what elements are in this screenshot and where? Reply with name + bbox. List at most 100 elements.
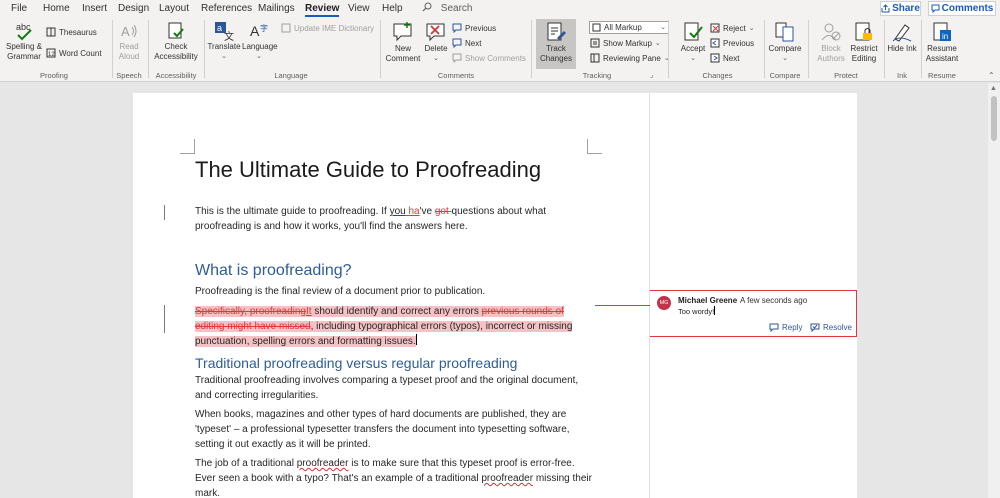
track-changes-button[interactable]: Track Changes (536, 19, 576, 69)
hide-ink-label: Hide Ink (887, 44, 917, 53)
intro-text: 've (419, 206, 435, 217)
new-comment-button[interactable]: New Comment (384, 21, 422, 64)
resume-assistant-label: Resume Assistant (925, 44, 959, 63)
paragraph[interactable]: Proofreading is the final review of a do… (195, 284, 595, 299)
document-title[interactable]: The Ultimate Guide to Proofreading (195, 157, 541, 183)
next-comment-icon (452, 38, 462, 48)
show-markup-label: Show Markup (603, 38, 652, 48)
scrollbar-thumb[interactable] (991, 96, 997, 141)
reviewing-pane-icon (590, 53, 600, 63)
deleted-text: got (434, 206, 452, 217)
show-markup-icon (590, 38, 600, 48)
accept-label: Accept (680, 44, 706, 53)
resume-group-label: Resume (928, 71, 956, 80)
comments-group-label: Comments (437, 71, 475, 80)
thesaurus-button[interactable]: Thesaurus (46, 27, 97, 37)
group-separator (921, 20, 922, 78)
misspelled-word[interactable]: proofreader (297, 458, 349, 469)
previous-comment-label: Previous (465, 23, 497, 33)
paragraph[interactable]: Traditional proofreading involves compar… (195, 373, 595, 403)
new-comment-label: New Comment (385, 44, 421, 63)
read-aloud-label: Read Aloud (118, 42, 140, 61)
show-markup-button[interactable]: Show Markup ⌄ (590, 38, 661, 48)
next-change-icon (710, 53, 720, 63)
accept-button[interactable]: Accept ⌄ (677, 21, 709, 64)
menu-layout[interactable]: Layout (159, 3, 189, 14)
heading-what-is-proofreading[interactable]: What is proofreading? (195, 262, 352, 280)
delete-comment-button[interactable]: Delete ⌄ (422, 21, 450, 64)
commented-paragraph[interactable]: Specifically, proofreadingIt should iden… (195, 304, 590, 349)
share-button[interactable]: Share (880, 1, 921, 16)
hide-ink-button[interactable]: Hide Ink (887, 21, 917, 54)
next-change-label: Next (723, 53, 740, 63)
reply-button[interactable]: Reply (769, 323, 802, 332)
share-label: Share (892, 3, 920, 14)
crop-mark (180, 139, 195, 154)
collapse-ribbon-icon[interactable]: ⌃ (988, 71, 995, 80)
misspelled-word[interactable]: proofreader (481, 473, 533, 484)
accessibility-icon (168, 22, 184, 39)
scroll-up-icon[interactable]: ▲ (990, 85, 997, 92)
heading-traditional-proofreading[interactable]: Traditional proofreading versus regular … (195, 355, 517, 371)
intro-paragraph[interactable]: This is the ultimate guide to proofreadi… (195, 204, 595, 234)
menu-references[interactable]: References (201, 3, 252, 14)
resume-assistant-button[interactable]: in Resume Assistant (924, 21, 960, 64)
chevron-down-icon: ⌄ (690, 55, 696, 62)
menu-design[interactable]: Design (118, 3, 149, 14)
markup-icon (592, 23, 601, 32)
read-aloud-button[interactable]: A Read Aloud (113, 21, 145, 62)
menu-help[interactable]: Help (382, 3, 403, 14)
reject-label: Reject (723, 23, 746, 33)
translate-button[interactable]: a文 Translate ⌄ (207, 21, 241, 62)
comment-body: Too wordy! (678, 307, 715, 316)
search-box[interactable]: Search (422, 2, 472, 14)
next-comment-button[interactable]: Next (452, 38, 481, 48)
svg-text:12: 12 (48, 52, 55, 58)
resolve-button[interactable]: Resolve (810, 323, 852, 332)
update-ime-button[interactable]: Update IME Dictionary (281, 23, 374, 33)
group-separator (764, 20, 765, 78)
crop-mark (587, 139, 602, 154)
spelling-icon: abc (16, 22, 32, 41)
block-authors-button[interactable]: Block Authors (812, 21, 850, 64)
compare-button[interactable]: Compare ⌄ (766, 21, 804, 64)
comment-timestamp: A few seconds ago (740, 296, 808, 305)
menu-file[interactable]: File (11, 3, 27, 14)
menu-insert[interactable]: Insert (82, 3, 107, 14)
paragraph[interactable]: When books, magazines and other types of… (195, 407, 570, 452)
dialog-launcher-icon[interactable]: ⌟ (650, 71, 653, 79)
menu-view[interactable]: View (348, 3, 370, 14)
vertical-scrollbar[interactable] (988, 83, 1000, 498)
show-comments-label: Show Comments (465, 53, 526, 63)
previous-comment-button[interactable]: Previous (452, 23, 496, 33)
spelling-grammar-button[interactable]: abc Spelling & Grammar (4, 21, 44, 62)
language-button[interactable]: A字 Language ⌄ (242, 21, 278, 62)
deleted-text: Specifically, proofreading (195, 306, 306, 317)
svg-text:abc: abc (16, 22, 31, 32)
show-comments-button[interactable]: Show Comments (452, 53, 526, 63)
svg-text:a: a (217, 23, 222, 33)
comments-button[interactable]: Comments (928, 1, 996, 16)
word-count-button[interactable]: 12 Word Count (46, 48, 102, 58)
reviewing-pane-button[interactable]: Reviewing Pane ⌄ (590, 53, 670, 63)
change-bar (164, 305, 165, 333)
menu-home[interactable]: Home (43, 3, 70, 14)
next-change-button[interactable]: Next (710, 53, 739, 63)
reject-button[interactable]: Reject ⌄ (710, 23, 755, 33)
svg-text:A: A (121, 24, 130, 39)
paragraph[interactable]: The job of a traditional proofreader is … (195, 456, 595, 498)
menu-mailings[interactable]: Mailings (258, 3, 295, 14)
restrict-editing-button[interactable]: Restrict Editing (848, 21, 880, 64)
search-icon (422, 2, 432, 12)
markup-dropdown[interactable]: All Markup ⌄ (589, 21, 669, 34)
compare-group-label: Compare (769, 71, 801, 80)
comment-text[interactable]: Too wordy! (678, 306, 716, 316)
ink-group-label: Ink (896, 71, 907, 80)
block-authors-label: Block Authors (817, 44, 845, 63)
check-accessibility-button[interactable]: Check Accessibility (151, 21, 201, 62)
previous-change-button[interactable]: Previous (710, 38, 754, 48)
translate-label: Translate (207, 42, 241, 51)
group-separator (884, 20, 885, 78)
menu-review[interactable]: Review (305, 3, 340, 17)
intro-text: This is the ultimate guide to proofreadi… (195, 206, 390, 217)
